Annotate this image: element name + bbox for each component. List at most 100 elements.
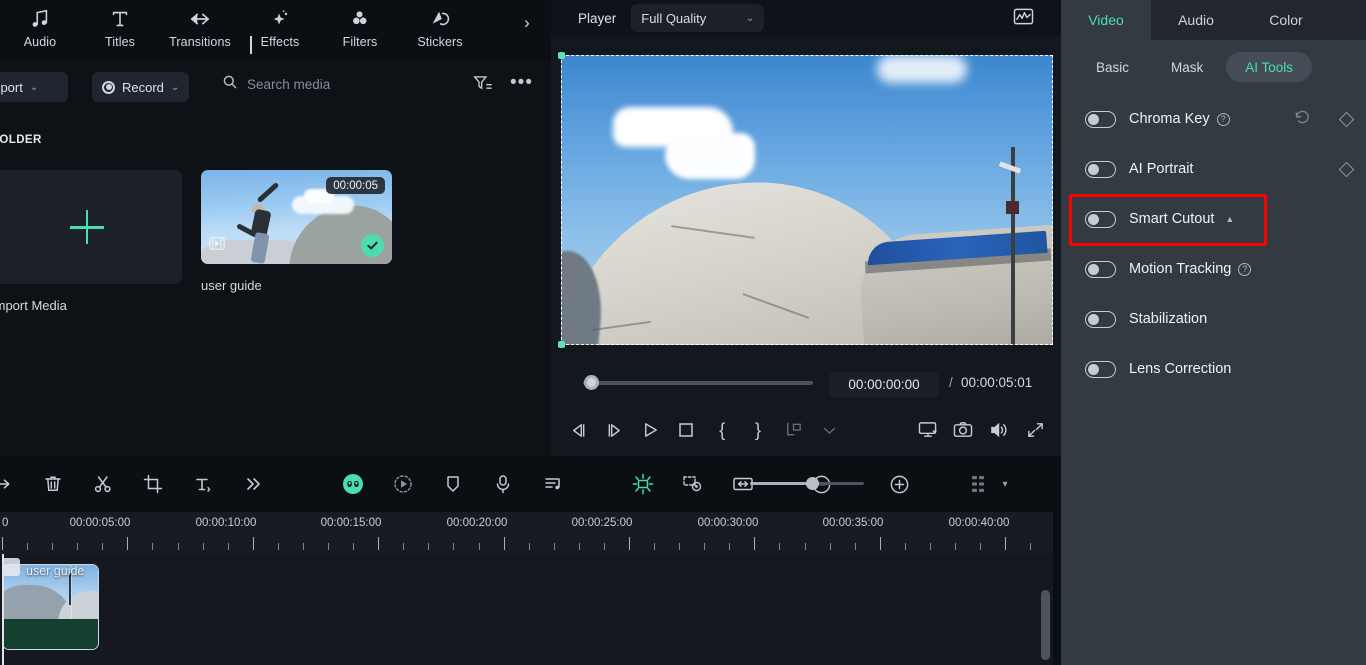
- stop-button[interactable]: [668, 413, 704, 447]
- chroma-key-label: Chroma Key: [1129, 111, 1210, 127]
- timeline-vertical-scrollbar[interactable]: [1041, 590, 1050, 660]
- record-button[interactable]: Record ⌄: [92, 72, 190, 102]
- volume-button[interactable]: [981, 413, 1017, 447]
- lens-correction-toggle[interactable]: [1085, 360, 1116, 378]
- prev-frame-button[interactable]: [561, 413, 597, 447]
- audio-list-icon[interactable]: [528, 456, 578, 512]
- nav-item-filters[interactable]: Filters: [320, 0, 400, 62]
- timeline-tracks[interactable]: user guide: [0, 554, 1061, 665]
- ruler-tick-minor: [152, 543, 154, 550]
- subtab-ai-tools[interactable]: AI Tools: [1226, 52, 1313, 82]
- ruler-tick-minor: [1030, 543, 1032, 550]
- grid-caret-icon[interactable]: ▾: [990, 456, 1020, 512]
- zoom-in-button[interactable]: [874, 456, 924, 512]
- ai-avatar-icon[interactable]: [328, 456, 378, 512]
- search-input[interactable]: [247, 77, 447, 92]
- waveform-monitor-icon[interactable]: [1013, 7, 1034, 31]
- record-label: Record: [122, 79, 164, 95]
- fullscreen-button[interactable]: [1017, 413, 1053, 447]
- ruler-tick-minor: [729, 543, 731, 550]
- timeline-clip[interactable]: [2, 564, 99, 650]
- subtab-basic[interactable]: Basic: [1077, 52, 1148, 82]
- import-button[interactable]: Import ⌄: [0, 72, 68, 102]
- auto-highlight-icon[interactable]: [618, 456, 668, 512]
- nav-item-titles[interactable]: Titles: [80, 0, 160, 62]
- delete-icon[interactable]: [28, 456, 78, 512]
- zoom-slider-knob[interactable]: [806, 477, 819, 490]
- chevron-up-icon[interactable]: ▲: [1225, 214, 1234, 224]
- timeline-ruler[interactable]: 0 00:00:05:00 00:00:10:00 00:00:15:00 00…: [0, 512, 1061, 554]
- mark-out-glyph: }: [755, 419, 762, 440]
- more-options-icon[interactable]: •••: [510, 73, 533, 92]
- ruler-label: 00:00:10:00: [195, 517, 257, 529]
- help-icon[interactable]: ?: [1216, 112, 1230, 126]
- current-time-field[interactable]: 00:00:00:00: [829, 372, 939, 397]
- ruler-tick-minor: [353, 543, 355, 550]
- nav-item-effects[interactable]: Effects: [240, 0, 320, 62]
- film-strip-icon: [209, 236, 225, 256]
- search-icon: [222, 74, 238, 95]
- scrubber-track[interactable]: [583, 381, 813, 385]
- text-icon[interactable]: [178, 456, 228, 512]
- plus-icon: [69, 210, 104, 244]
- filter-icon[interactable]: [473, 74, 492, 92]
- snapshot-button[interactable]: [945, 413, 981, 447]
- search-media-area[interactable]: [222, 74, 447, 95]
- smart-cutout-toggle[interactable]: [1085, 210, 1116, 228]
- reset-icon[interactable]: [1294, 109, 1311, 130]
- mark-in-button[interactable]: {: [704, 413, 740, 447]
- nav-label: Filters: [342, 35, 378, 49]
- export-frame-button[interactable]: [776, 413, 812, 447]
- transitions-arrows-icon: [188, 4, 212, 34]
- keyframe-diamond-icon[interactable]: [1338, 161, 1355, 177]
- zoom-slider[interactable]: [750, 477, 864, 490]
- stabilization-toggle[interactable]: [1085, 310, 1116, 328]
- tool-row-chroma-key: Chroma Key ?: [1061, 94, 1366, 144]
- nav-item-transitions[interactable]: Transitions: [160, 0, 240, 62]
- speed-ramp-icon[interactable]: [378, 456, 428, 512]
- nav-expand-chevron-icon[interactable]: ›: [513, 8, 541, 38]
- timeline-right-edge: [1053, 456, 1061, 665]
- help-icon[interactable]: ?: [1238, 262, 1252, 276]
- tab-color[interactable]: Color: [1241, 0, 1331, 40]
- sparkle-star-icon: [268, 4, 292, 34]
- tool-row-smart-cutout[interactable]: Smart Cutout ▲: [1061, 194, 1366, 244]
- preview-video-frame[interactable]: [561, 55, 1053, 345]
- ruler-tick-minor: [102, 543, 104, 550]
- import-media-tile[interactable]: [0, 170, 182, 284]
- record-voiceover-icon[interactable]: [478, 456, 528, 512]
- tab-audio[interactable]: Audio: [1151, 0, 1241, 40]
- total-duration-label: 00:00:05:01: [961, 375, 1033, 390]
- motion-tracking-toggle[interactable]: [1085, 260, 1116, 278]
- timeline-playhead[interactable]: [2, 554, 4, 665]
- display-settings-button[interactable]: [910, 413, 946, 447]
- keyframe-diamond-icon[interactable]: [1338, 111, 1355, 127]
- green-screen-icon[interactable]: [668, 456, 718, 512]
- ruler-tick-minor: [478, 543, 480, 550]
- mark-out-button[interactable]: }: [740, 413, 776, 447]
- chroma-key-toggle[interactable]: [1085, 110, 1116, 128]
- media-thumbnail[interactable]: 00:00:05: [201, 170, 392, 264]
- split-scissors-icon[interactable]: [78, 456, 128, 512]
- next-frame-button[interactable]: [597, 413, 633, 447]
- more-tools-icon[interactable]: [228, 456, 278, 512]
- ruler-tick-minor: [52, 543, 54, 550]
- crop-icon[interactable]: [128, 456, 178, 512]
- quality-select[interactable]: Full Quality ⌄: [631, 4, 765, 32]
- tab-video[interactable]: Video: [1061, 0, 1151, 40]
- scrubber-knob[interactable]: [584, 375, 599, 390]
- play-button[interactable]: [633, 413, 669, 447]
- undo-redo-icon[interactable]: [0, 456, 18, 512]
- nav-item-audio[interactable]: Audio: [0, 0, 80, 62]
- ruler-tick-minor: [553, 543, 555, 550]
- ai-portrait-toggle[interactable]: [1085, 160, 1116, 178]
- ruler-tick-major: [879, 537, 881, 550]
- ruler-tick-minor: [804, 543, 806, 550]
- nav-item-stickers[interactable]: Stickers: [400, 0, 480, 62]
- subtab-mask[interactable]: Mask: [1152, 52, 1222, 82]
- ruler-tick-minor: [980, 543, 982, 550]
- ruler-label: 00:00:15:00: [320, 517, 382, 529]
- marker-icon[interactable]: [428, 456, 478, 512]
- transport-dropdown[interactable]: [812, 413, 848, 447]
- import-media-cell: Import Media: [0, 170, 182, 313]
